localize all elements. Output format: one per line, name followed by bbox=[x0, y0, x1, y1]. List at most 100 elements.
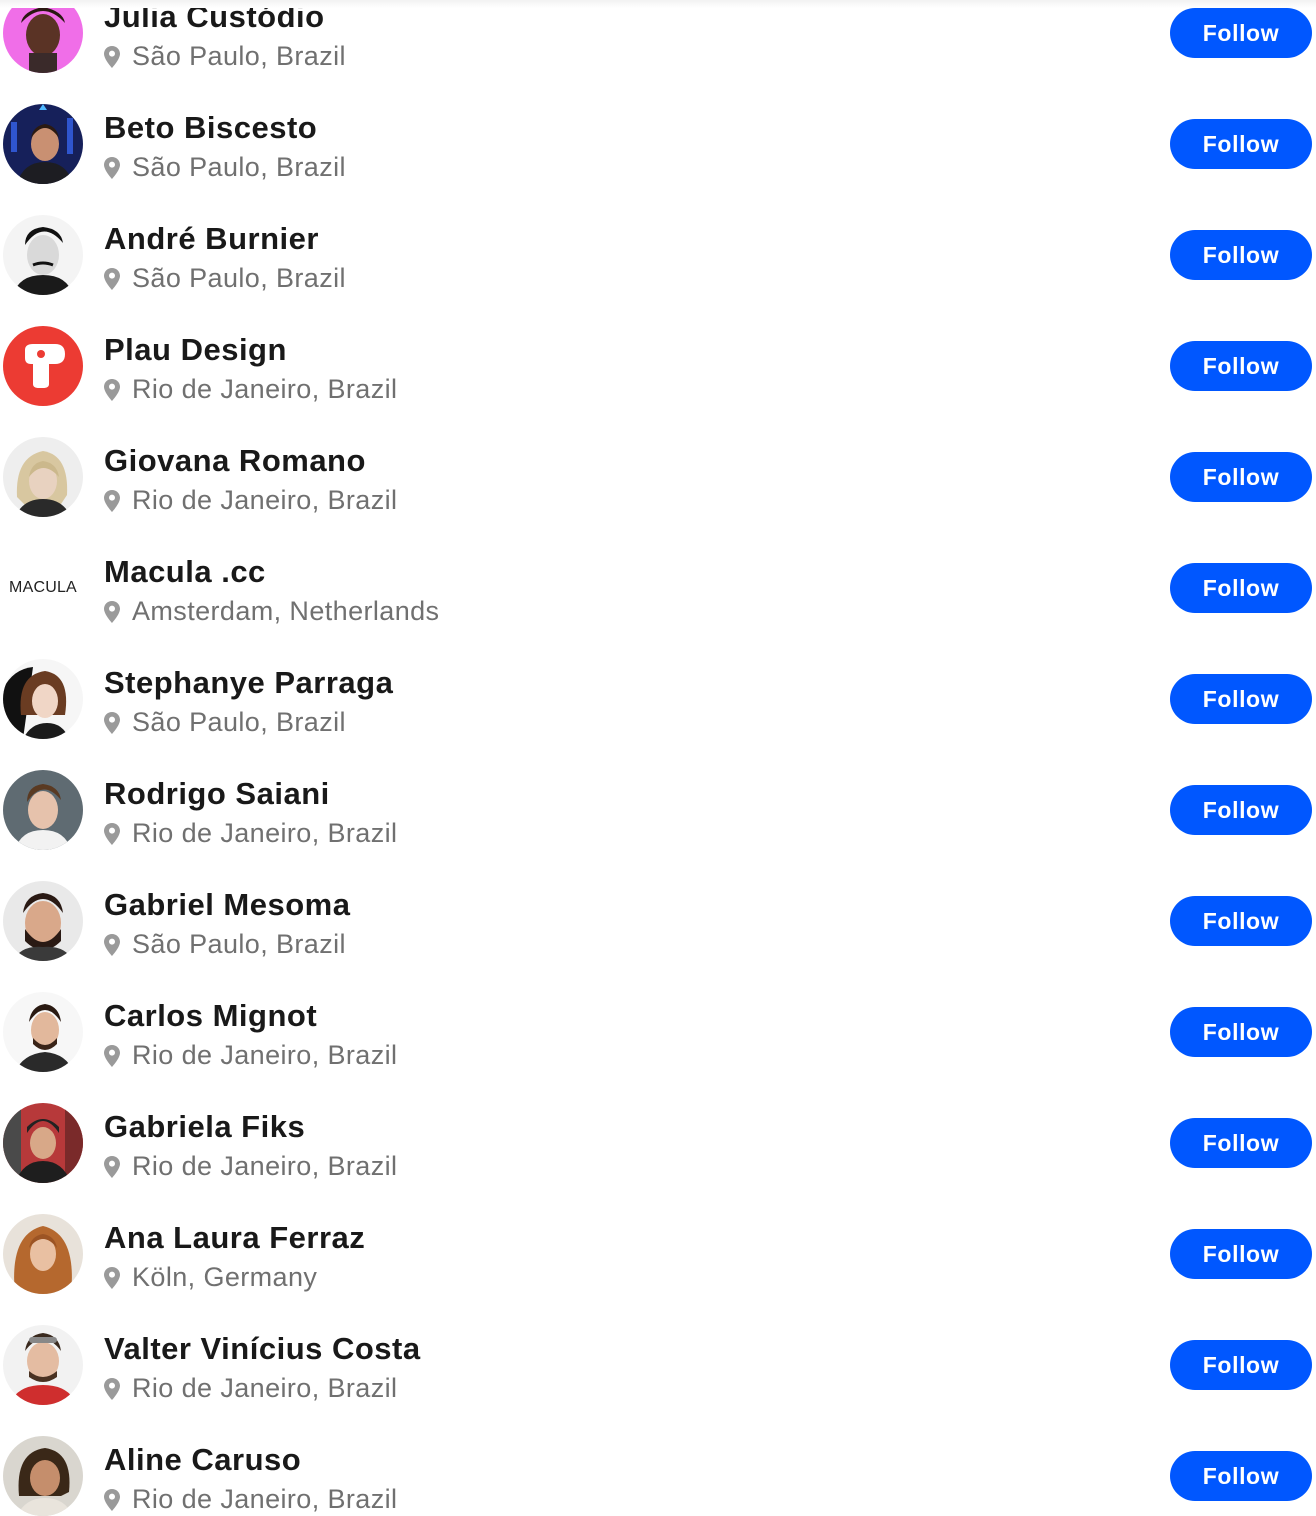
person-name[interactable]: Gabriel Mesoma bbox=[104, 889, 350, 920]
avatar[interactable]: MACULA bbox=[3, 548, 83, 628]
person-name[interactable]: Rodrigo Saiani bbox=[104, 778, 330, 809]
follow-button[interactable]: Follow bbox=[1170, 1118, 1312, 1168]
person-location: São Paulo, Brazil bbox=[104, 709, 346, 736]
map-pin-icon bbox=[104, 1044, 120, 1067]
avatar[interactable] bbox=[3, 0, 83, 73]
location-text: Rio de Janeiro, Brazil bbox=[132, 1151, 398, 1181]
list-item: Carlos Mignot Rio de Janeiro, Brazil Fol… bbox=[0, 956, 1316, 1072]
list-item: Giovana Romano Rio de Janeiro, Brazil Fo… bbox=[0, 401, 1316, 517]
person-location: Rio de Janeiro, Brazil bbox=[104, 1042, 397, 1069]
list-item: Julia Custódio São Paulo, Brazil Follow bbox=[0, 0, 1316, 73]
person-name[interactable]: Stephanye Parraga bbox=[104, 667, 393, 698]
follow-button[interactable]: Follow bbox=[1170, 341, 1312, 391]
avatar[interactable] bbox=[3, 215, 83, 295]
location-text: Rio de Janeiro, Brazil bbox=[132, 1040, 398, 1070]
person-name[interactable]: Macula .cc bbox=[104, 556, 266, 587]
person-location: Rio de Janeiro, Brazil bbox=[104, 1486, 397, 1513]
map-pin-icon bbox=[104, 1155, 120, 1178]
map-pin-icon bbox=[104, 378, 120, 401]
follow-button[interactable]: Follow bbox=[1170, 1451, 1312, 1501]
map-pin-icon bbox=[104, 711, 120, 734]
map-pin-icon bbox=[104, 267, 120, 290]
list-item: Gabriel Mesoma São Paulo, Brazil Follow bbox=[0, 845, 1316, 961]
avatar[interactable] bbox=[3, 1436, 83, 1516]
person-name[interactable]: Valter Vinícius Costa bbox=[104, 1333, 421, 1364]
follow-button[interactable]: Follow bbox=[1170, 896, 1312, 946]
location-text: São Paulo, Brazil bbox=[132, 929, 346, 959]
follow-button[interactable]: Follow bbox=[1170, 563, 1312, 613]
map-pin-icon bbox=[104, 1488, 120, 1511]
location-text: São Paulo, Brazil bbox=[132, 707, 346, 737]
person-name[interactable]: Ana Laura Ferraz bbox=[104, 1222, 365, 1253]
list-item: Plau Design Rio de Janeiro, Brazil Follo… bbox=[0, 290, 1316, 406]
list-item: Rodrigo Saiani Rio de Janeiro, Brazil Fo… bbox=[0, 734, 1316, 850]
map-pin-icon bbox=[104, 933, 120, 956]
avatar[interactable] bbox=[3, 659, 83, 739]
list-item: André Burnier São Paulo, Brazil Follow bbox=[0, 179, 1316, 295]
location-text: São Paulo, Brazil bbox=[132, 263, 346, 293]
person-name[interactable]: Gabriela Fiks bbox=[104, 1111, 305, 1142]
list-item: Beto Biscesto São Paulo, Brazil Follow bbox=[0, 68, 1316, 184]
person-location: Rio de Janeiro, Brazil bbox=[104, 376, 397, 403]
person-location: Rio de Janeiro, Brazil bbox=[104, 820, 397, 847]
location-text: São Paulo, Brazil bbox=[132, 41, 346, 71]
follow-button[interactable]: Follow bbox=[1170, 674, 1312, 724]
person-location: São Paulo, Brazil bbox=[104, 931, 346, 958]
person-location: São Paulo, Brazil bbox=[104, 154, 346, 181]
avatar[interactable] bbox=[3, 1103, 83, 1183]
person-location: Rio de Janeiro, Brazil bbox=[104, 1375, 397, 1402]
map-pin-icon bbox=[104, 156, 120, 179]
location-text: Amsterdam, Netherlands bbox=[132, 596, 440, 626]
avatar[interactable] bbox=[3, 881, 83, 961]
avatar[interactable] bbox=[3, 992, 83, 1072]
follow-button[interactable]: Follow bbox=[1170, 785, 1312, 835]
person-name[interactable]: Plau Design bbox=[104, 334, 287, 365]
location-text: Rio de Janeiro, Brazil bbox=[132, 1373, 398, 1403]
location-text: São Paulo, Brazil bbox=[132, 152, 346, 182]
list-item: Ana Laura Ferraz Köln, Germany Follow bbox=[0, 1178, 1316, 1294]
follow-button[interactable]: Follow bbox=[1170, 119, 1312, 169]
map-pin-icon bbox=[104, 45, 120, 68]
map-pin-icon bbox=[104, 822, 120, 845]
person-location: Rio de Janeiro, Brazil bbox=[104, 487, 397, 514]
avatar[interactable] bbox=[3, 1214, 83, 1294]
person-location: São Paulo, Brazil bbox=[104, 43, 346, 70]
top-edge-shadow bbox=[0, 0, 1316, 8]
person-location: São Paulo, Brazil bbox=[104, 265, 346, 292]
person-location: Amsterdam, Netherlands bbox=[104, 598, 439, 625]
map-pin-icon bbox=[104, 1377, 120, 1400]
person-name[interactable]: Carlos Mignot bbox=[104, 1000, 317, 1031]
map-pin-icon bbox=[104, 600, 120, 623]
person-name[interactable]: Aline Caruso bbox=[104, 1444, 301, 1475]
person-location: Köln, Germany bbox=[104, 1264, 317, 1291]
avatar[interactable] bbox=[3, 104, 83, 184]
location-text: Rio de Janeiro, Brazil bbox=[132, 1484, 398, 1514]
location-text: Rio de Janeiro, Brazil bbox=[132, 374, 398, 404]
avatar[interactable] bbox=[3, 770, 83, 850]
map-pin-icon bbox=[104, 489, 120, 512]
avatar[interactable] bbox=[3, 437, 83, 517]
person-name[interactable]: André Burnier bbox=[104, 223, 319, 254]
avatar[interactable] bbox=[3, 326, 83, 406]
follow-button[interactable]: Follow bbox=[1170, 1340, 1312, 1390]
person-name[interactable]: Beto Biscesto bbox=[104, 112, 317, 143]
list-item: Valter Vinícius Costa Rio de Janeiro, Br… bbox=[0, 1289, 1316, 1405]
follow-button[interactable]: Follow bbox=[1170, 1007, 1312, 1057]
follow-button[interactable]: Follow bbox=[1170, 8, 1312, 58]
follow-button[interactable]: Follow bbox=[1170, 230, 1312, 280]
list-item: Gabriela Fiks Rio de Janeiro, Brazil Fol… bbox=[0, 1067, 1316, 1183]
list-item: Stephanye Parraga São Paulo, Brazil Foll… bbox=[0, 623, 1316, 739]
person-location: Rio de Janeiro, Brazil bbox=[104, 1153, 397, 1180]
follow-button[interactable]: Follow bbox=[1170, 1229, 1312, 1279]
location-text: Köln, Germany bbox=[132, 1262, 318, 1292]
location-text: Rio de Janeiro, Brazil bbox=[132, 485, 398, 515]
avatar[interactable] bbox=[3, 1325, 83, 1405]
list-item: Aline Caruso Rio de Janeiro, Brazil Foll… bbox=[0, 1400, 1316, 1516]
avatar-logo-text: MACULA bbox=[9, 579, 77, 596]
list-item: MACULA Macula .cc Amsterdam, Netherlands… bbox=[0, 512, 1316, 628]
person-name[interactable]: Giovana Romano bbox=[104, 445, 366, 476]
people-list: Julia Custódio São Paulo, Brazil Follow … bbox=[0, 0, 1316, 1516]
follow-button[interactable]: Follow bbox=[1170, 452, 1312, 502]
location-text: Rio de Janeiro, Brazil bbox=[132, 818, 398, 848]
map-pin-icon bbox=[104, 1266, 120, 1289]
